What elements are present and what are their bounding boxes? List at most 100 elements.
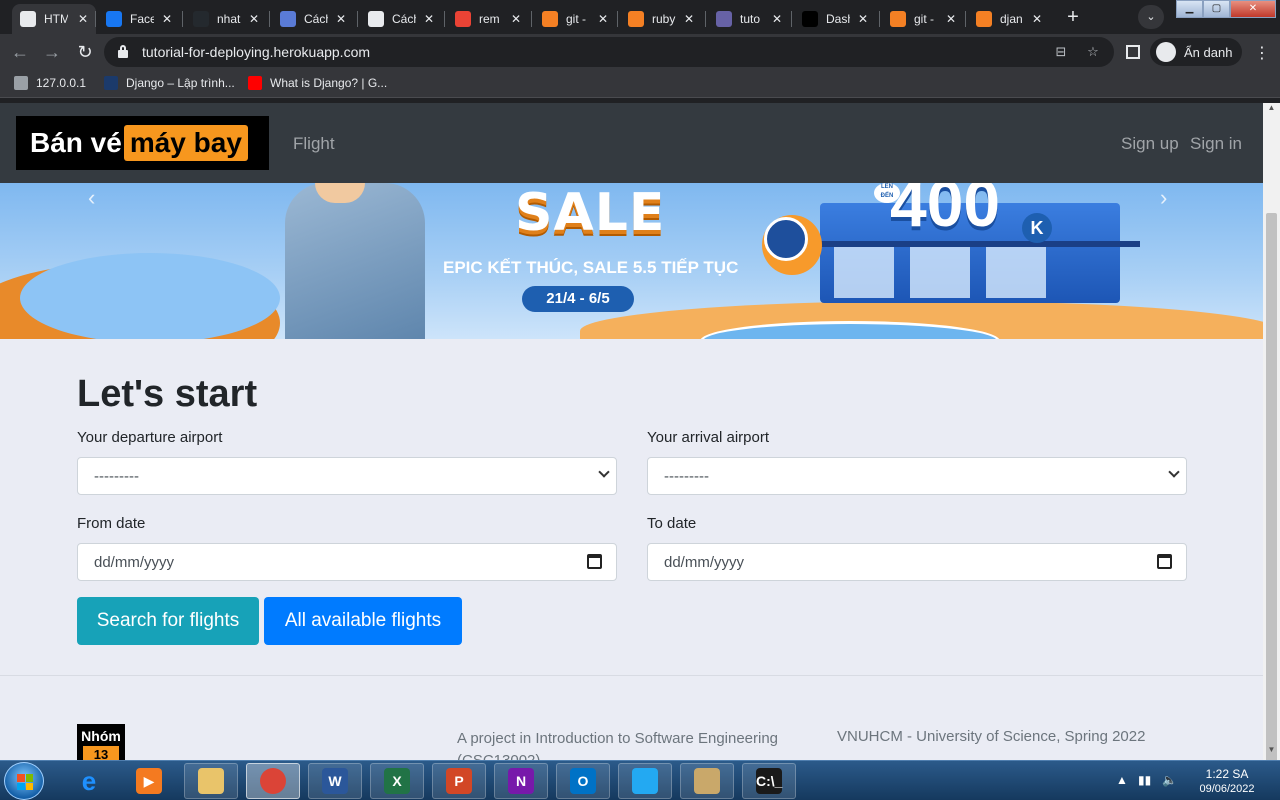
nav-signin-link[interactable]: Sign in: [1190, 134, 1242, 154]
minimize-button[interactable]: ▁: [1176, 0, 1203, 18]
bookmark-item[interactable]: Django – Lập trình...: [104, 76, 235, 90]
to-date-label: To date: [647, 515, 697, 532]
tab-title: Cách: [304, 12, 328, 26]
close-tab-icon[interactable]: ✕: [772, 12, 782, 26]
all-flights-button[interactable]: All available flights: [264, 597, 462, 645]
group-logo-icon: [802, 11, 818, 27]
taskbar-paint-button[interactable]: [680, 763, 734, 799]
internet-explorer-icon: e: [81, 766, 97, 796]
browser-tab[interactable]: git - ✕: [882, 4, 964, 34]
browser-tab[interactable]: Cách ✕: [272, 4, 354, 34]
bookmark-star-icon[interactable]: ☆: [1084, 43, 1102, 61]
tray-expand-icon[interactable]: ▲: [1116, 773, 1128, 787]
page-viewport: Bán vé máy bay Flight Sign up Sign in SA…: [0, 103, 1263, 760]
promo-banner[interactable]: SALE EPIC KẾT THÚC, SALE 5.5 TIẾP TỤC 21…: [0, 183, 1263, 339]
close-tab-icon[interactable]: ✕: [78, 12, 88, 26]
taskbar-internet-explorer-button[interactable]: e: [62, 763, 116, 799]
close-tab-icon[interactable]: ✕: [336, 12, 346, 26]
side-panel-icon[interactable]: [1126, 45, 1140, 59]
onenote-icon: N: [508, 768, 534, 794]
arrival-select[interactable]: ---------: [647, 457, 1187, 495]
site-footer: Nhóm 13 A project in Introduction to Sof…: [0, 675, 1263, 760]
system-clock[interactable]: 1:22 SA 09/06/2022: [1192, 767, 1262, 797]
taskbar-cmd-button[interactable]: C:\_: [742, 763, 796, 799]
browser-tab[interactable]: tuto ✕: [708, 4, 790, 34]
browser-tab[interactable]: Face ✕: [98, 4, 180, 34]
forward-button[interactable]: →: [40, 40, 64, 64]
taskbar-outlook-button[interactable]: O: [556, 763, 610, 799]
page-scrollbar[interactable]: ▲ ▼: [1263, 103, 1280, 773]
bookmark-item[interactable]: 127.0.0.1: [14, 76, 86, 90]
taskbar-word-button[interactable]: W: [308, 763, 362, 799]
tab-separator: [531, 11, 532, 27]
windows-taskbar: e ▶ W X P N O C:\_ ▲ ▮▮ 🔈 1:22 SA 09/06/2022: [0, 760, 1280, 800]
calendar-icon[interactable]: [587, 554, 602, 569]
new-tab-button[interactable]: +: [1060, 6, 1086, 30]
tab-separator: [965, 11, 966, 27]
close-tab-icon[interactable]: ✕: [162, 12, 172, 26]
group-logo-text: Nhóm: [81, 728, 121, 744]
calendar-icon[interactable]: [1157, 554, 1172, 569]
stackoverflow-icon: [976, 11, 992, 27]
tab-title: tuto: [740, 12, 761, 26]
close-tab-icon[interactable]: ✕: [424, 12, 434, 26]
address-bar[interactable]: tutorial-for-deploying.herokuapp.com ⊟ ☆: [104, 37, 1114, 67]
network-icon[interactable]: ▮▮: [1138, 773, 1151, 787]
scroll-down-icon[interactable]: ▼: [1263, 745, 1280, 759]
taskbar-vscode-button[interactable]: [618, 763, 672, 799]
browser-tab[interactable]: Dash ✕: [794, 4, 876, 34]
close-tab-icon[interactable]: ✕: [511, 12, 521, 26]
carousel-next-icon[interactable]: ›: [1160, 185, 1167, 211]
taskbar-media-player-button[interactable]: ▶: [122, 763, 176, 799]
volume-muted-icon[interactable]: 🔈: [1162, 773, 1177, 787]
reload-button[interactable]: ↻: [73, 40, 97, 64]
search-flights-button[interactable]: Search for flights: [77, 597, 259, 645]
browser-tab[interactable]: git - ✕: [534, 4, 616, 34]
footer-university-text: VNUHCM - University of Science, Spring 2…: [837, 728, 1146, 745]
to-date-placeholder: dd/mm/yyyy: [664, 554, 745, 571]
close-tab-icon[interactable]: ✕: [249, 12, 259, 26]
translate-icon[interactable]: ⊟: [1052, 43, 1070, 61]
carousel-prev-icon[interactable]: ‹: [88, 185, 95, 211]
start-button[interactable]: [4, 762, 44, 800]
banner-subtitle: EPIC KẾT THÚC, SALE 5.5 TIẾP TỤC: [443, 258, 739, 277]
browser-tab[interactable]: Cách ✕: [360, 4, 442, 34]
vscode-icon: [632, 768, 658, 794]
close-tab-icon[interactable]: ✕: [1032, 12, 1042, 26]
browser-tab[interactable]: nhat ✕: [185, 4, 267, 34]
browser-tab[interactable]: ruby ✕: [620, 4, 702, 34]
tab-title: Dash: [826, 12, 850, 26]
departure-select[interactable]: ---------: [77, 457, 617, 495]
close-tab-icon[interactable]: ✕: [946, 12, 956, 26]
taskbar-excel-button[interactable]: X: [370, 763, 424, 799]
taskbar-file-explorer-button[interactable]: [184, 763, 238, 799]
taskbar-chrome-button[interactable]: [246, 763, 300, 799]
browser-tab[interactable]: djan ✕: [968, 4, 1050, 34]
bookmark-item[interactable]: What is Django? | G...: [248, 76, 387, 90]
close-tab-icon[interactable]: ✕: [858, 12, 868, 26]
incognito-profile-button[interactable]: Ẩn danh: [1150, 38, 1243, 66]
menu-kebab-icon[interactable]: ⋮: [1254, 43, 1270, 63]
close-tab-icon[interactable]: ✕: [684, 12, 694, 26]
word-icon: W: [322, 768, 348, 794]
window-close-button[interactable]: ✕: [1230, 0, 1276, 18]
close-tab-icon[interactable]: ✕: [598, 12, 608, 26]
taskbar-powerpoint-button[interactable]: P: [432, 763, 486, 799]
taskbar-onenote-button[interactable]: N: [494, 763, 548, 799]
bookmarks-bar: 127.0.0.1 Django – Lập trình... What is Dj…: [0, 70, 1280, 98]
scrollbar-thumb[interactable]: [1266, 213, 1277, 773]
scroll-up-icon[interactable]: ▲: [1263, 103, 1280, 117]
brand-logo[interactable]: Bán vé máy bay: [16, 116, 269, 170]
to-date-input[interactable]: dd/mm/yyyy: [647, 543, 1187, 581]
nav-flight-link[interactable]: Flight: [293, 134, 335, 154]
departure-label: Your departure airport: [77, 429, 223, 446]
back-button[interactable]: ←: [8, 40, 32, 64]
from-date-input[interactable]: dd/mm/yyyy: [77, 543, 617, 581]
nav-signup-link[interactable]: Sign up: [1121, 134, 1179, 154]
browser-tab[interactable]: rem ✕: [447, 4, 529, 34]
maximize-button[interactable]: ▢: [1203, 0, 1230, 18]
window-controls: ▁ ▢ ✕: [1176, 0, 1276, 18]
tab-search-button[interactable]: ⌄: [1138, 5, 1164, 29]
browser-tab[interactable]: HTM ✕: [12, 4, 96, 34]
tab-separator: [357, 11, 358, 27]
